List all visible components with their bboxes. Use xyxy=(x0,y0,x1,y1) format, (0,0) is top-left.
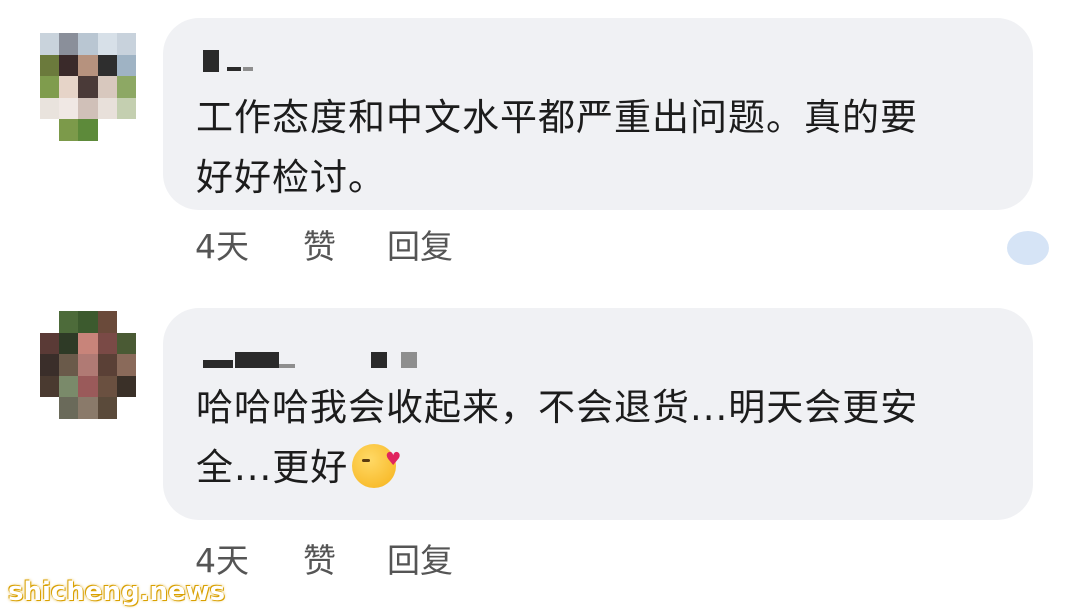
reply-button[interactable]: 回复 xyxy=(387,534,453,582)
comment-text: 工作态度和中文水平都严重出问题。真的要 好好检讨。 xyxy=(196,96,918,199)
like-button[interactable]: 赞 xyxy=(303,534,387,582)
like-button[interactable]: 赞 xyxy=(303,220,387,268)
comment-text-content: 哈哈哈我会收起来，不会退货...明天会更安 全...更好 xyxy=(196,386,919,489)
watermark: shicheng.news xyxy=(8,577,226,607)
comment-actions: 4天 赞 回复 xyxy=(195,538,453,580)
comment-bubble: 哈哈哈我会收起来，不会退货...明天会更安 全...更好 xyxy=(163,308,1033,520)
reaction-icon[interactable] xyxy=(1004,228,1052,268)
kissing-face-emoji-icon xyxy=(352,430,402,490)
avatar[interactable] xyxy=(40,311,136,419)
comment-bubble: 工作态度和中文水平都严重出问题。真的要 好好检讨。 xyxy=(163,18,1033,210)
reply-button[interactable]: 回复 xyxy=(387,220,453,268)
commenter-name-redacted[interactable] xyxy=(203,342,417,372)
commenter-name-redacted[interactable] xyxy=(203,46,253,76)
avatar[interactable] xyxy=(40,33,136,141)
comment-actions: 4天 赞 回复 xyxy=(195,224,453,266)
comment-text: 哈哈哈我会收起来，不会退货...明天会更安 全...更好 xyxy=(196,378,1026,498)
comment-time: 4天 xyxy=(195,541,249,580)
comment-time: 4天 xyxy=(195,227,249,266)
